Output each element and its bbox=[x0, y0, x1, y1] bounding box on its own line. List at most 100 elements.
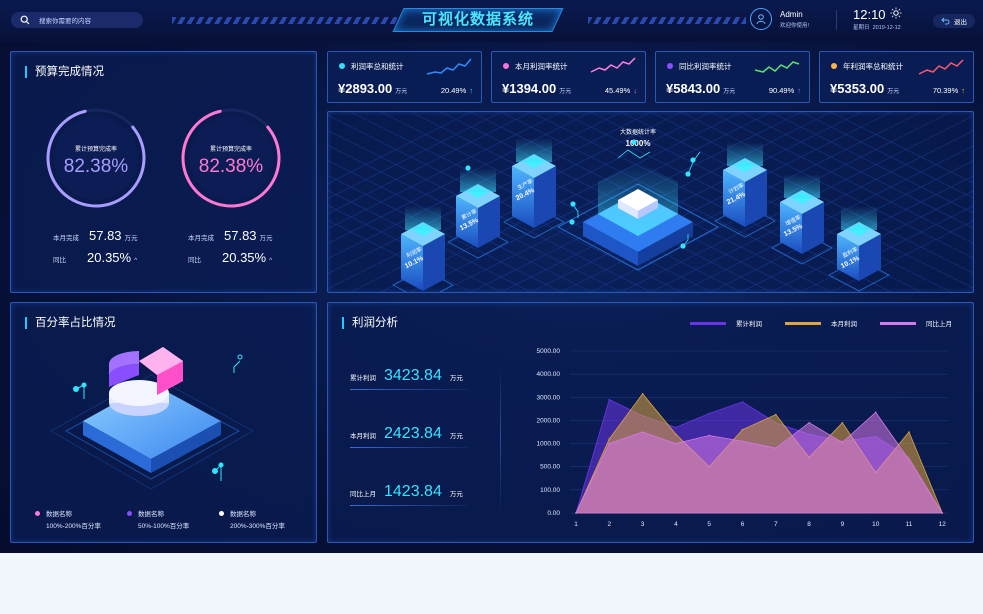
kpi-label: 本月利润率统计 bbox=[515, 62, 568, 71]
x-tick-label: 10 bbox=[872, 521, 880, 528]
legend-range: 200%-300%百分率 bbox=[230, 523, 285, 530]
legend-swatch bbox=[880, 321, 916, 325]
data-point bbox=[874, 411, 877, 414]
logout-label: 退出 bbox=[954, 19, 967, 26]
monthly-complete-row: 本月完成 57.83 万元 bbox=[188, 228, 273, 243]
kpi-card[interactable]: 利润率总和统计 ¥2893.00 万元 20.49% ↑ bbox=[327, 51, 482, 103]
yoy-row: 同比 20.35% ^ bbox=[188, 250, 272, 265]
data-point bbox=[608, 398, 611, 401]
percent-panel: 百分率占比情况 bbox=[10, 302, 317, 543]
chart-legend-item[interactable]: 累计利润 bbox=[690, 318, 762, 328]
user-greeting: 欢迎你使用! bbox=[780, 22, 810, 29]
logout-button[interactable]: 退出 bbox=[933, 14, 975, 28]
search-input[interactable]: 搜索你需要的内容 bbox=[39, 15, 91, 25]
kpi-unit: 万元 bbox=[395, 89, 408, 95]
stat-value: 57.83 bbox=[224, 228, 257, 243]
header-stripes-right bbox=[588, 17, 746, 24]
data-point bbox=[841, 421, 844, 424]
kpi-unit: 万元 bbox=[887, 89, 900, 95]
top-header: 搜索你需要的内容 可视化数据系统 Admin 欢迎你使用! 12:10 星期日 … bbox=[0, 0, 983, 42]
kpi-value: ¥2893.00 bbox=[338, 81, 393, 96]
data-point bbox=[741, 401, 744, 403]
profit-divider bbox=[500, 363, 501, 513]
profit-stat-unit: 万元 bbox=[449, 375, 463, 382]
clock-time: 12:10 bbox=[853, 7, 886, 22]
legend-series-name: 同比上月 bbox=[926, 321, 952, 328]
percent-legend-item: 数据名称 bbox=[35, 508, 72, 518]
data-point bbox=[775, 413, 777, 416]
profit-stat-label: 累计利润 bbox=[350, 375, 376, 382]
clock-date: 2019-12-12 bbox=[872, 25, 901, 31]
legend-series-name: 本月利润 bbox=[831, 321, 857, 328]
up-chevron-icon: ^ bbox=[269, 257, 273, 264]
kpi-card[interactable]: 同比利润率统计 ¥5843.00 万元 90.49% ↑ bbox=[655, 51, 810, 103]
clock-weekday: 星期日 bbox=[853, 25, 870, 31]
iso-data-block: 增值率13.5% bbox=[771, 174, 833, 265]
iso-visual-panel: 大数据统计率 1000% 利润率 10.1% 累计率 13.5% 生产率 20.4% 计划率 21… bbox=[327, 111, 974, 293]
ring-label: 累计预算完成率 bbox=[209, 147, 252, 153]
stat-value: 57.83 bbox=[89, 228, 122, 243]
y-tick-label: 4000.00 bbox=[537, 371, 561, 378]
user-icon[interactable] bbox=[750, 8, 772, 30]
profit-stat-row: 同比上月 1423.84 万元 bbox=[350, 483, 463, 501]
iso-data-illustration: 大数据统计率1000%利润率10.1%累计率13.5%生产率20.4% 计划率21… bbox=[328, 112, 973, 292]
kpi-value: ¥5353.00 bbox=[830, 81, 885, 96]
yoy-label: 同比 bbox=[53, 257, 66, 264]
x-tick-label: 4 bbox=[674, 521, 678, 528]
profit-stat-label: 本月利润 bbox=[350, 433, 376, 440]
data-point bbox=[608, 442, 611, 445]
sun-icon bbox=[890, 7, 902, 19]
y-tick-label: 100.00 bbox=[540, 487, 560, 494]
profit-stat-underline bbox=[350, 447, 469, 448]
data-point bbox=[708, 412, 710, 415]
kpi-card[interactable]: 年利润率总和统计 ¥5353.00 万元 70.39% ↑ bbox=[819, 51, 974, 103]
chart-legend-item[interactable]: 本月利润 bbox=[785, 318, 857, 328]
kpi-sparkline bbox=[918, 59, 964, 75]
kpi-dot-icon bbox=[503, 63, 509, 69]
clock: 12:10 星期日 2019-12-12 bbox=[853, 7, 902, 31]
trend-arrow-icon: ↑ bbox=[469, 86, 473, 95]
x-tick-label: 5 bbox=[707, 521, 711, 528]
x-tick-label: 9 bbox=[841, 521, 845, 528]
budget-ring: 累计预算完成率 82.38% bbox=[179, 106, 283, 210]
y-tick-label: 2000.00 bbox=[537, 417, 561, 424]
legend-swatch bbox=[690, 321, 726, 325]
x-tick-label: 3 bbox=[641, 521, 645, 528]
data-point bbox=[741, 428, 744, 431]
kpi-percent-value: 45.49% bbox=[604, 86, 631, 95]
user-info[interactable]: Admin 欢迎你使用! bbox=[750, 8, 809, 30]
stat-label: 本月完成 bbox=[53, 235, 79, 242]
kpi-value-group: ¥5843.00 万元 bbox=[666, 81, 735, 96]
trend-arrow-icon: ↑ bbox=[797, 86, 801, 95]
kpi-percent: 70.39% ↑ bbox=[933, 86, 965, 95]
kpi-sparkline bbox=[426, 58, 472, 75]
kpi-percent: 20.49% ↑ bbox=[441, 86, 473, 95]
budget-title: 预算完成情况 bbox=[25, 66, 104, 78]
kpi-label: 同比利润率统计 bbox=[679, 62, 732, 71]
budget-ring: 累计预算完成率 82.38% bbox=[44, 106, 148, 210]
profit-stat-unit: 万元 bbox=[449, 433, 463, 440]
search-icon[interactable] bbox=[17, 12, 33, 28]
iso-data-block: 累计率13.5% bbox=[447, 168, 509, 259]
dashboard-screen: 搜索你需要的内容 可视化数据系统 Admin 欢迎你使用! 12:10 星期日 … bbox=[0, 0, 983, 553]
kpi-value: ¥5843.00 bbox=[666, 81, 721, 96]
kpi-value-group: ¥2893.00 万元 bbox=[338, 81, 407, 96]
y-tick-label: 3000.00 bbox=[537, 394, 561, 401]
ring-label: 累计预算完成率 bbox=[74, 147, 117, 153]
profit-stat-value: 1423.84 bbox=[384, 483, 442, 500]
kpi-card[interactable]: 本月利润率统计 ¥1394.00 万元 45.49% ↓ bbox=[491, 51, 646, 103]
legend-series-name: 累计利润 bbox=[736, 321, 762, 328]
profit-stat-value: 2423.84 bbox=[384, 425, 442, 442]
up-chevron-icon: ^ bbox=[134, 257, 138, 264]
yoy-value: 20.35% bbox=[87, 250, 132, 265]
y-tick-label: 5000.00 bbox=[537, 348, 561, 355]
search-box[interactable]: 搜索你需要的内容 bbox=[11, 12, 143, 28]
x-tick-label: 6 bbox=[741, 521, 745, 528]
kpi-dot-icon bbox=[339, 63, 345, 69]
trend-arrow-icon: ↑ bbox=[961, 86, 965, 95]
ring-value: 82.38% bbox=[63, 156, 129, 177]
kpi-dot-icon bbox=[831, 63, 837, 69]
chart-legend-item[interactable]: 同比上月 bbox=[880, 318, 952, 328]
iso-center-value: 1000% bbox=[626, 139, 651, 148]
y-tick-label: 500.00 bbox=[540, 464, 560, 471]
